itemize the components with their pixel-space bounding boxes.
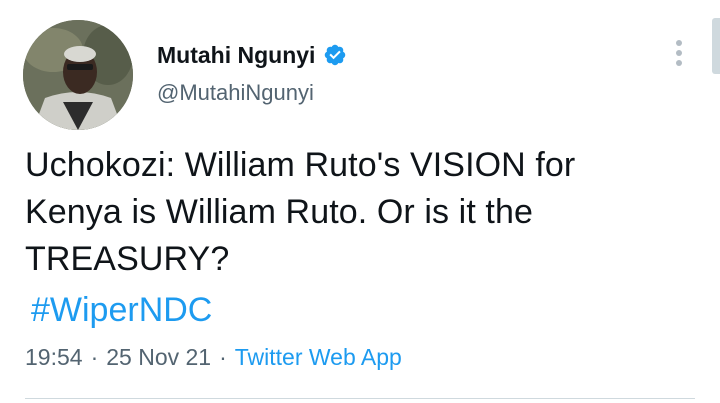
- tweet-time[interactable]: 19:54: [25, 344, 83, 371]
- more-options-button[interactable]: [664, 38, 694, 68]
- author-name-row[interactable]: Mutahi Ngunyi: [157, 40, 347, 70]
- tweet-card: Mutahi Ngunyi @MutahiNgunyi Uchokozi: Wi…: [0, 0, 720, 403]
- hashtag-link[interactable]: #WiperNDC: [31, 288, 212, 332]
- tweet-meta: 19:54 · 25 Nov 21 · Twitter Web App: [25, 344, 402, 371]
- tweet-text-line: Uchokozi: William Ruto's VISION for: [25, 146, 576, 184]
- tweet-text-line: Kenya is William Ruto. Or is it the: [25, 193, 533, 231]
- tweet-date[interactable]: 25 Nov 21: [106, 344, 211, 371]
- scrollbar[interactable]: [712, 18, 720, 74]
- author-display-name[interactable]: Mutahi Ngunyi: [157, 42, 315, 69]
- avatar[interactable]: [23, 20, 133, 130]
- verified-badge-icon: [325, 44, 346, 66]
- more-vertical-icon: [676, 40, 682, 66]
- avatar-image: [23, 20, 133, 130]
- tweet-text: Uchokozi: William Ruto's VISION for Keny…: [25, 142, 705, 283]
- tweet-source-link[interactable]: Twitter Web App: [235, 344, 402, 371]
- tweet-text-line: TREASURY?: [25, 240, 230, 278]
- meta-separator: ·: [90, 344, 99, 370]
- divider: [25, 398, 695, 399]
- author-handle[interactable]: @MutahiNgunyi: [157, 80, 314, 106]
- meta-separator: ·: [219, 344, 227, 370]
